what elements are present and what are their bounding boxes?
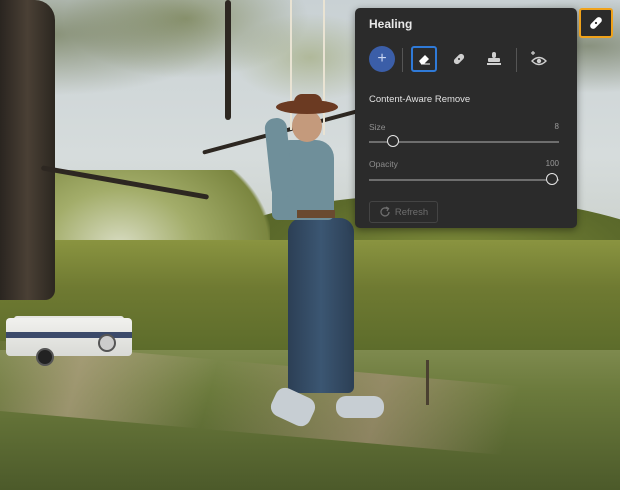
size-label: Size bbox=[369, 122, 386, 132]
opacity-slider-handle[interactable] bbox=[546, 173, 558, 185]
swing-rope bbox=[323, 0, 325, 135]
eraser-icon bbox=[419, 55, 430, 65]
refresh-button[interactable]: Refresh bbox=[369, 201, 438, 223]
bandage-icon bbox=[453, 53, 465, 65]
panel-title: Healing bbox=[369, 17, 413, 31]
healing-tool-button[interactable] bbox=[579, 8, 613, 38]
trailer-wheel bbox=[36, 348, 54, 366]
size-slider[interactable] bbox=[369, 135, 559, 147]
opacity-slider[interactable] bbox=[369, 173, 559, 185]
healing-panel: Healing + Content-Aware Remove Size 8 Op… bbox=[355, 8, 577, 228]
opacity-label: Opacity bbox=[369, 159, 398, 169]
toolbar-divider bbox=[402, 48, 403, 72]
size-value: 8 bbox=[554, 122, 559, 131]
mode-label: Content-Aware Remove bbox=[369, 94, 471, 105]
add-spot-button[interactable]: + bbox=[369, 46, 395, 72]
eye-plus-icon bbox=[531, 51, 547, 66]
person-jeans bbox=[288, 218, 354, 393]
content-aware-remove-tool[interactable] bbox=[411, 46, 437, 72]
bandage-icon bbox=[590, 17, 602, 29]
size-slider-handle[interactable] bbox=[386, 135, 399, 147]
show-overlay-toggle[interactable] bbox=[526, 46, 552, 72]
clone-tool[interactable] bbox=[481, 46, 507, 72]
heal-tool[interactable] bbox=[446, 46, 472, 72]
plus-icon: + bbox=[377, 50, 387, 67]
opacity-value: 100 bbox=[545, 159, 559, 168]
person-head bbox=[292, 110, 322, 142]
tree-trunk bbox=[0, 0, 55, 300]
hat-crown bbox=[294, 94, 322, 108]
person-belt bbox=[297, 210, 335, 218]
toolbar-divider bbox=[516, 48, 517, 72]
right-sneaker bbox=[336, 396, 384, 418]
refresh-label: Refresh bbox=[394, 206, 429, 218]
fence-post bbox=[426, 360, 429, 405]
spare-tire bbox=[98, 334, 116, 352]
stamp-icon bbox=[487, 52, 501, 65]
healing-toolbar: + bbox=[367, 46, 567, 74]
tree-branch bbox=[225, 0, 231, 120]
refresh-icon bbox=[380, 206, 390, 217]
